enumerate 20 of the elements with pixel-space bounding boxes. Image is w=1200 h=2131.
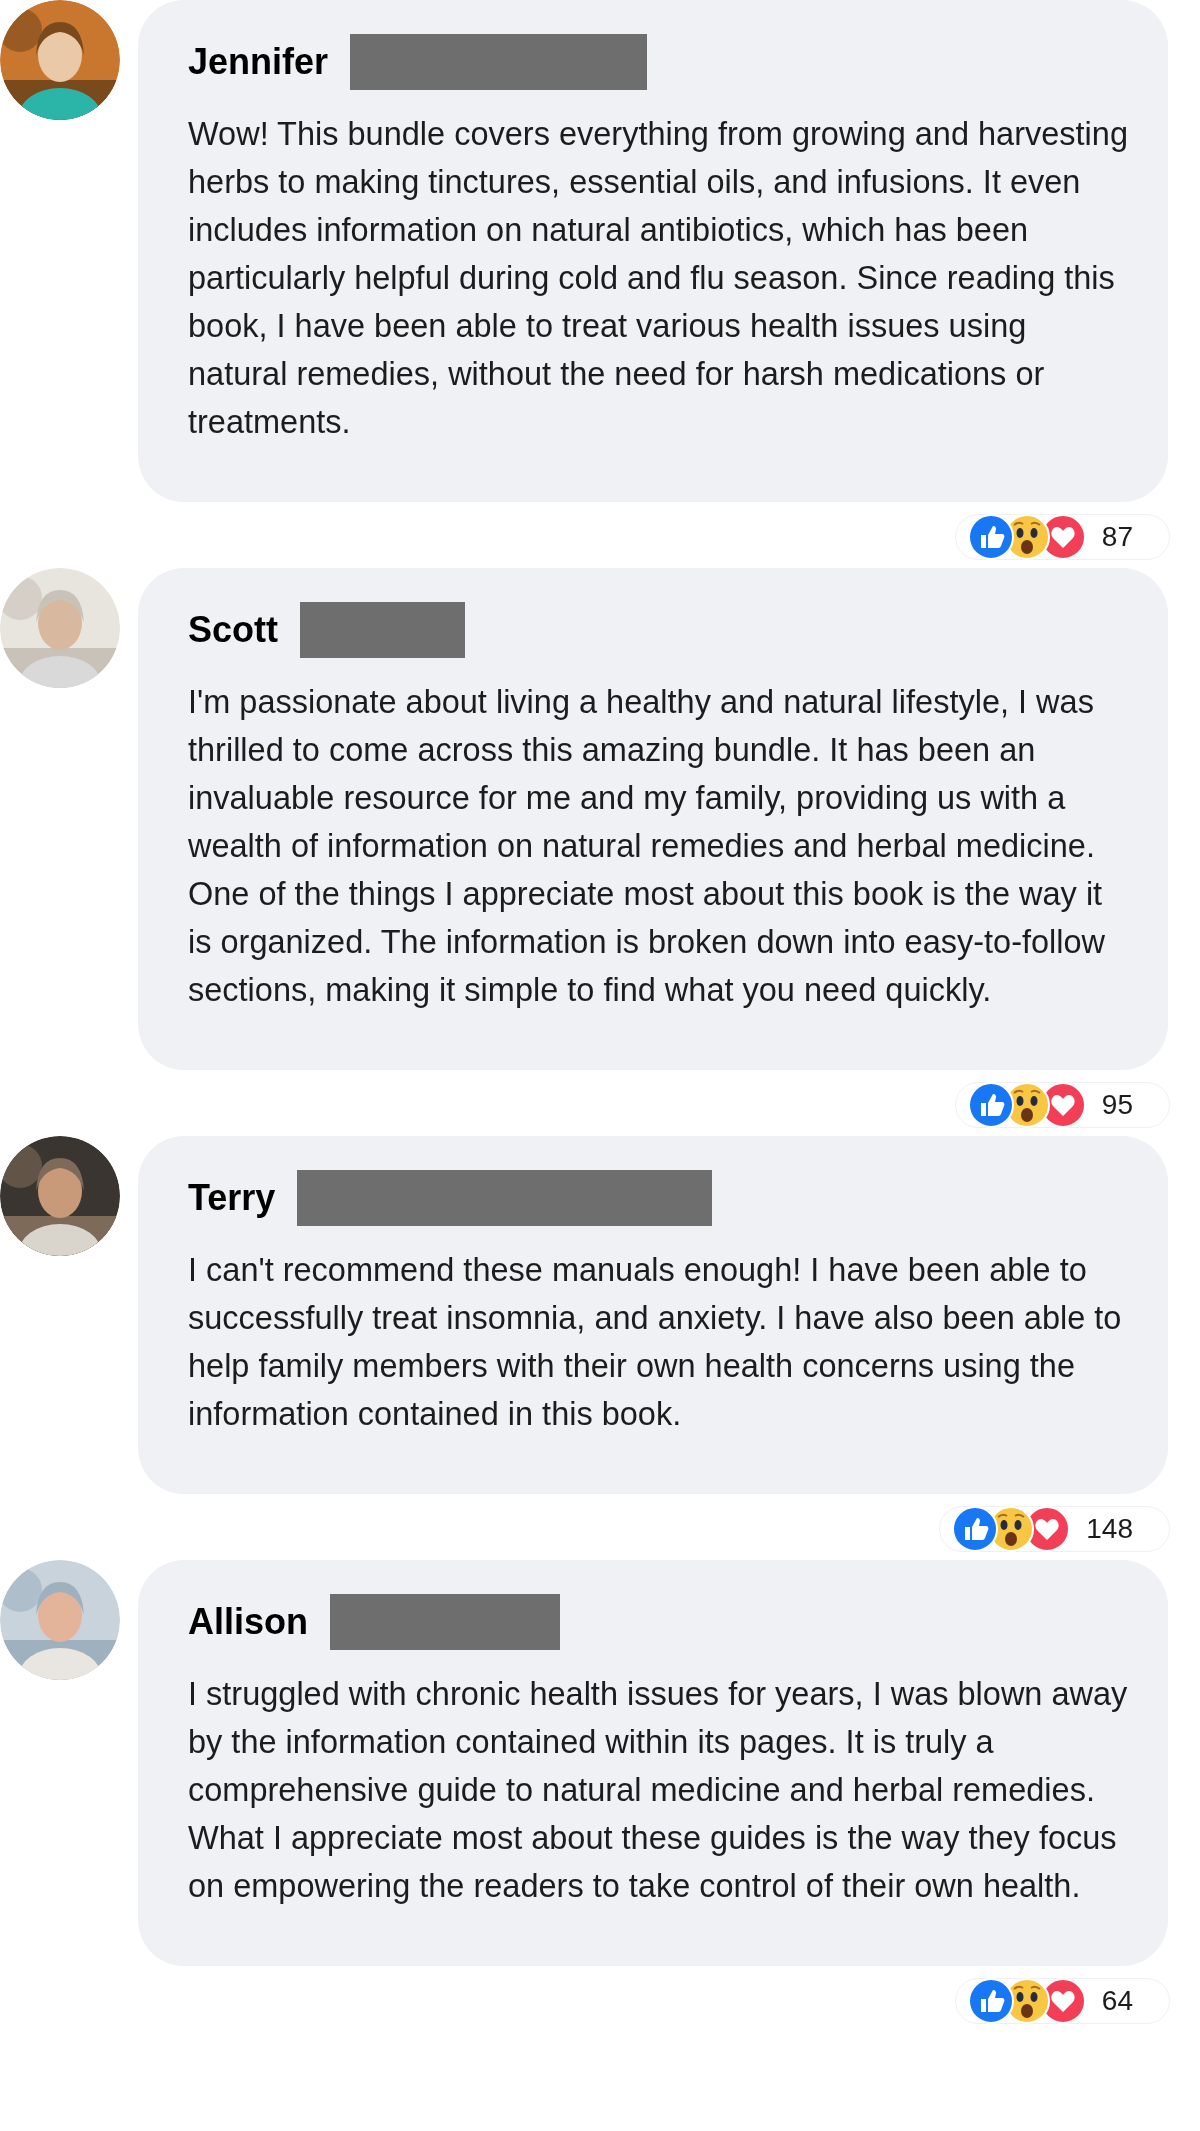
reaction-count: 148 [1086, 1512, 1133, 1546]
comment-text: I'm passionate about living a healthy and natural lifestyle, I was thrilled to come across this amazing bundle. It has been an invaluable resource for me and my family, providing us with a wealth of information on natural remedies and herbal medicine. One of the things I appreciate most about this book is the way it is organized. The information is broken down into easy-to-follow sections, making it simple to find what you need quickly. [188, 683, 1107, 1010]
reaction-count: 95 [1101, 1088, 1133, 1122]
commenter-name[interactable]: Terry [188, 1176, 276, 1220]
reaction-summary[interactable]: 95 [954, 1082, 1170, 1128]
like-reaction-icon [967, 1978, 1014, 2024]
like-reaction-icon [967, 1082, 1014, 1128]
commenter-name[interactable]: Jennifer [188, 40, 329, 84]
like-reaction-icon [952, 1506, 999, 1552]
reaction-summary[interactable]: 148 [939, 1506, 1170, 1552]
comment-text: I struggled with chronic health issues for years, I was blown away by the information contained within its pages. It is truly a comprehensive guide to natural medicine and herbal remedies. What I appreciate most about these guides is the way they focus on empowering the readers to take control of their own health. [188, 1675, 1128, 1906]
reaction-summary[interactable]: 64 [954, 1978, 1170, 2024]
reaction-count: 87 [1101, 520, 1133, 554]
commenter-name[interactable]: Allison [188, 1600, 308, 1644]
like-reaction-icon [967, 514, 1014, 560]
reaction-count: 64 [1101, 1984, 1133, 2018]
reaction-summary[interactable]: 87 [954, 514, 1170, 560]
commenter-name[interactable]: Scott [188, 608, 278, 652]
comment-text: I can't recommend these manuals enough! I have been able to successfully treat insomnia, and anxiety. I have also been able to help family members with their own health concerns using the information contained in this book. [188, 1251, 1123, 1434]
comment-text: Wow! This bundle covers everything from growing and harvesting herbs to making tinctures, essential oils, and infusions. It even includes information on natural antibiotics, which has been particularly helpful during cold and flu season. Since reading this book, I have been able to treat various health issues using natural remedies, without the need for harsh medications or treatments. [188, 115, 1128, 442]
